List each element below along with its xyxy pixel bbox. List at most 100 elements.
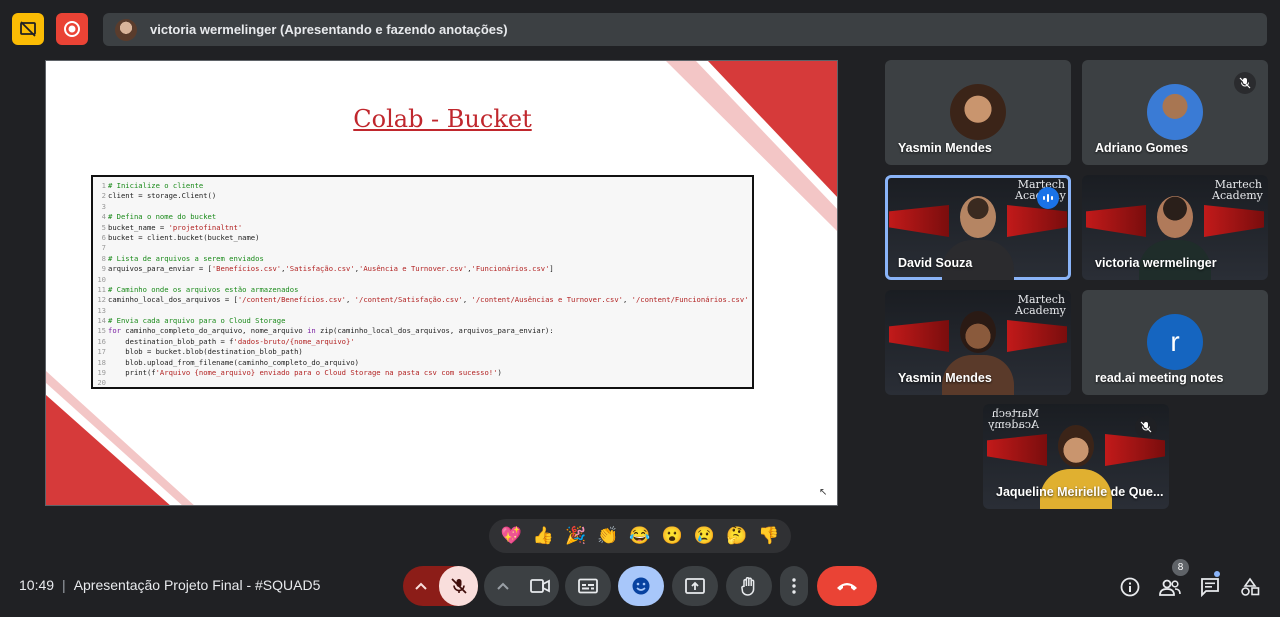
captions-icon bbox=[578, 578, 598, 594]
leave-call-button[interactable] bbox=[817, 566, 877, 606]
code-line: 13 bbox=[97, 306, 748, 316]
code-token: 'Benefícios.csv' bbox=[211, 264, 282, 274]
line-number: 15 bbox=[97, 326, 106, 336]
code-line: 8 # Lista de arquivos a serem enviados bbox=[97, 254, 748, 264]
brand-logo: Martech Academy bbox=[1212, 178, 1263, 202]
code-line: 4 # Defina o nome do bucket bbox=[97, 212, 748, 222]
more-options-button[interactable] bbox=[780, 566, 808, 606]
participant-name: Jaqueline Meirielle de Que... bbox=[996, 485, 1164, 499]
camera-control-group bbox=[484, 566, 559, 606]
code-line: 7 bbox=[97, 243, 748, 253]
mic-off-icon bbox=[1234, 72, 1256, 94]
code-token: '/content/Funcionários.csv' bbox=[631, 295, 748, 305]
line-number: 6 bbox=[101, 232, 106, 242]
code-token: caminho_local_dos_arquivos = [ bbox=[108, 295, 238, 305]
participant-tile-active[interactable]: Martech Academy David Souza bbox=[885, 175, 1071, 280]
code-line: 10 bbox=[97, 275, 748, 285]
meeting-title: Apresentação Projeto Final - #SQUAD5 bbox=[73, 577, 321, 593]
reaction-emoji-button[interactable]: 😂 bbox=[629, 526, 650, 546]
participant-tile[interactable]: Adriano Gomes bbox=[1082, 60, 1268, 165]
code-token: # Inicialize o cliente bbox=[108, 181, 204, 190]
code-line: 5 bucket_name = 'projetofinaltnt' bbox=[97, 223, 748, 233]
code-line: 16 destination_blob_path = f'dados-bruto… bbox=[97, 337, 748, 347]
code-line: 17 blob = bucket.blob(destination_blob_p… bbox=[97, 347, 748, 357]
code-token: client = storage.Client() bbox=[108, 191, 217, 201]
line-number: 19 bbox=[97, 368, 106, 378]
microphone-toggle-button[interactable] bbox=[439, 566, 478, 606]
reaction-emoji-button[interactable]: 😮 bbox=[662, 526, 683, 546]
captions-button[interactable] bbox=[565, 566, 611, 606]
meeting-info: 10:49 | Apresentação Projeto Final - #SQUA… bbox=[19, 577, 320, 593]
line-number: 5 bbox=[101, 222, 106, 232]
mic-off-icon bbox=[450, 578, 467, 594]
line-number: 2 bbox=[101, 191, 106, 201]
reaction-emoji-button[interactable]: 🤔 bbox=[726, 526, 747, 546]
presenter-bar[interactable]: victoria wermelinger (Apresentando e faz… bbox=[103, 13, 1267, 46]
participant-name: Yasmin Mendes bbox=[898, 141, 992, 155]
code-token: '/content/Benefícios.csv' bbox=[237, 295, 347, 305]
code-line: 1 # Inicialize o cliente bbox=[97, 181, 748, 191]
code-token: blob.upload_from_filename(caminho_comple… bbox=[108, 357, 359, 367]
code-line: 11 # Caminho onde os arquivos estão armaz… bbox=[97, 285, 748, 295]
hide-self-view-icon[interactable] bbox=[12, 13, 44, 45]
video-options-button[interactable] bbox=[484, 582, 521, 590]
reaction-emoji-button[interactable]: 💖 bbox=[501, 526, 522, 546]
code-line: 3 bbox=[97, 202, 748, 212]
code-token: for bbox=[108, 326, 121, 336]
line-number: 18 bbox=[97, 357, 106, 367]
emoji-icon bbox=[632, 577, 650, 595]
reactions-button[interactable] bbox=[618, 566, 664, 606]
more-vert-icon bbox=[792, 578, 796, 594]
code-token: # Defina o nome do bucket bbox=[108, 212, 217, 222]
code-token: ) bbox=[497, 368, 502, 378]
audio-options-button[interactable] bbox=[403, 566, 439, 606]
video-camera-icon bbox=[530, 579, 550, 593]
participant-tile[interactable]: Martech Academy Jaqueline Meirielle de Q… bbox=[983, 404, 1169, 509]
hang-up-icon bbox=[837, 583, 857, 591]
reactions-bar: 💖 👍 🎉 👏 😂 😮 😢 🤔 👎 bbox=[489, 519, 791, 553]
separator: | bbox=[62, 577, 66, 593]
line-number: 12 bbox=[97, 295, 106, 305]
recording-icon[interactable] bbox=[56, 13, 88, 45]
present-screen-button[interactable] bbox=[672, 566, 718, 606]
code-token: # Lista de arquivos a serem enviados bbox=[108, 253, 264, 263]
code-line: 2 client = storage.Client() bbox=[97, 191, 748, 201]
reaction-emoji-button[interactable]: 👏 bbox=[597, 526, 618, 546]
code-token: '/content/Ausências e Turnover.csv' bbox=[471, 295, 623, 305]
people-count-badge: 8 bbox=[1172, 559, 1189, 576]
avatar bbox=[950, 84, 1006, 140]
code-token: 'Arquivo {nome_arquivo} enviado para o C… bbox=[155, 368, 498, 378]
avatar bbox=[1147, 84, 1203, 140]
participant-name: Yasmin Mendes bbox=[898, 371, 992, 385]
brand-logo: Martech Academy bbox=[1015, 293, 1066, 317]
reaction-emoji-button[interactable]: 🎉 bbox=[565, 526, 586, 546]
participant-tile[interactable]: Martech Academy Yasmin Mendes bbox=[885, 290, 1071, 395]
reaction-emoji-button[interactable]: 👍 bbox=[533, 526, 554, 546]
raise-hand-icon bbox=[741, 577, 755, 596]
raise-hand-button[interactable] bbox=[726, 566, 772, 606]
reaction-emoji-button[interactable]: 👎 bbox=[758, 526, 779, 546]
line-number: 17 bbox=[97, 347, 106, 357]
code-token: zip(caminho_local_dos_arquivos, arquivos… bbox=[315, 326, 554, 336]
code-token: # Envia cada arquivo para o Cloud Storag… bbox=[108, 316, 286, 326]
code-token: 'Satisfação.csv' bbox=[285, 264, 355, 274]
slide-title: Colab - Bucket bbox=[353, 105, 532, 133]
code-token: 'projetofinaltnt' bbox=[168, 222, 243, 232]
participant-name: David Souza bbox=[898, 256, 973, 270]
chat-button[interactable] bbox=[1198, 575, 1222, 599]
participant-name: Adriano Gomes bbox=[1095, 141, 1189, 155]
participant-tile[interactable]: r read.ai meeting notes bbox=[1082, 290, 1268, 395]
code-token: bucket = client.bucket(bucket_name) bbox=[108, 232, 260, 242]
meeting-details-button[interactable] bbox=[1118, 575, 1142, 599]
line-number: 3 bbox=[101, 201, 106, 211]
code-token: caminho_completo_do_arquivo, nome_arquiv… bbox=[120, 326, 308, 336]
activities-button[interactable] bbox=[1238, 575, 1262, 599]
people-button[interactable] bbox=[1158, 575, 1182, 599]
camera-toggle-button[interactable] bbox=[521, 578, 559, 594]
code-token: blob = bucket.blob(destination_blob_path… bbox=[108, 347, 303, 357]
participant-tile[interactable]: Martech Academy victoria wermelinger bbox=[1082, 175, 1268, 280]
participant-tile[interactable]: Yasmin Mendes bbox=[885, 60, 1071, 165]
reaction-emoji-button[interactable]: 😢 bbox=[694, 526, 715, 546]
code-token: '/content/Satisfação.csv' bbox=[354, 295, 463, 305]
code-line: 9 arquivos_para_enviar = ['Benefícios.csv… bbox=[97, 264, 748, 274]
